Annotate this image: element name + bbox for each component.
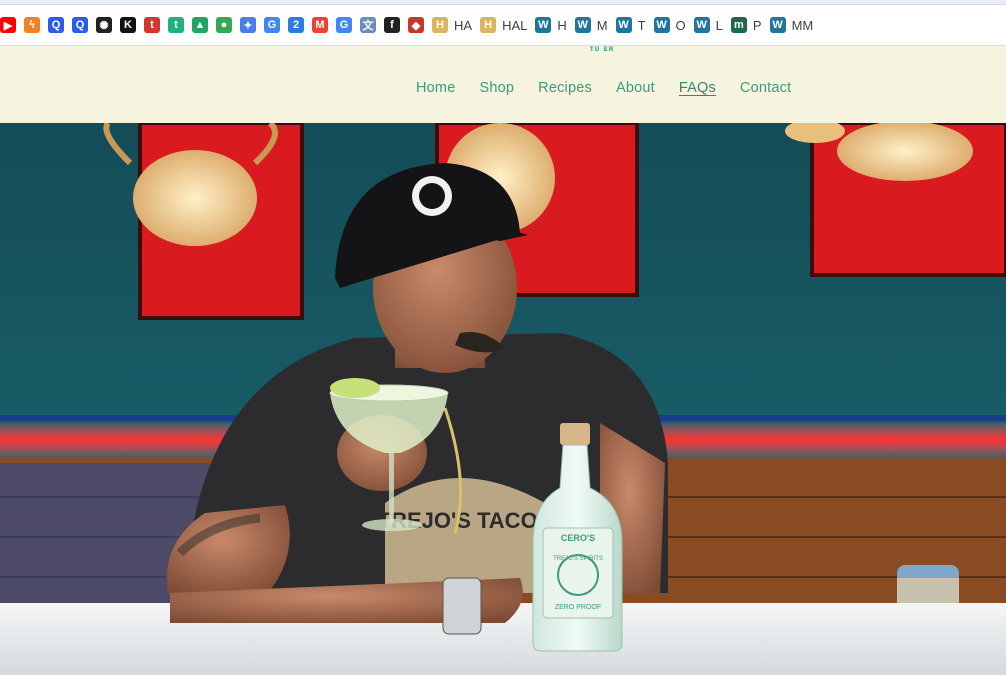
bookmark-label: M — [596, 17, 608, 33]
main-navigation: Home Shop Recipes About FAQs Contact — [416, 80, 815, 96]
nav-about[interactable]: About — [616, 80, 655, 96]
number-two-icon: 2 — [288, 17, 304, 33]
wordpress-icon: W — [615, 17, 632, 33]
site-logo-fragment[interactable]: ᴛᴜ ᴇʀ — [582, 46, 622, 54]
h-icon: H — [432, 17, 448, 33]
quora-icon: Q — [48, 17, 64, 33]
bookmark-22[interactable]: WM — [574, 12, 608, 38]
bookmark-18[interactable]: ◆ — [408, 12, 424, 38]
bookmark-1[interactable]: ▶ — [0, 12, 16, 38]
bookmark-20[interactable]: H HAL — [480, 12, 527, 38]
bookmark-7[interactable]: t — [144, 12, 160, 38]
bookmark-24[interactable]: WO — [653, 12, 686, 38]
bookmark-label: H — [557, 17, 567, 33]
bookmark-label: L — [715, 17, 723, 33]
wordpress-icon: W — [769, 17, 786, 33]
f-app-icon: f — [384, 17, 400, 33]
gemini-star-icon: ✦ — [240, 17, 256, 33]
hero-image: TREJO'S TACOS CERO'S TREJO'S SPIRITS ZER… — [0, 123, 1006, 675]
bookmark-26[interactable]: mP — [730, 12, 762, 38]
bookmark-23[interactable]: WT — [615, 12, 646, 38]
bookmark-10[interactable]: ● — [216, 12, 232, 38]
bookmark-label: HAL — [502, 17, 528, 33]
t-circle-icon: t — [168, 17, 184, 33]
bookmark-6[interactable]: K — [120, 12, 136, 38]
translate-icon: 文 — [360, 17, 376, 33]
nav-faqs[interactable]: FAQs — [679, 80, 716, 96]
tab-strip-edge — [0, 0, 1006, 5]
google-translate-icon: G — [336, 17, 352, 33]
bookmark-25[interactable]: WL — [693, 12, 723, 38]
gmail-icon: M — [312, 17, 328, 33]
bookmark-9[interactable]: ▲ — [192, 12, 208, 38]
bookmark-label: HA — [454, 17, 473, 33]
wristwatch — [442, 577, 482, 635]
bookmark-label: O — [675, 17, 686, 33]
bookmark-11[interactable]: ✦ — [240, 12, 256, 38]
wordpress-icon: W — [693, 17, 710, 33]
bottle-label-bottom: ZERO PROOF — [555, 604, 601, 611]
bookmark-label: MM — [791, 17, 814, 33]
bookmark-16[interactable]: 文 — [360, 12, 376, 38]
bookmark-17[interactable]: f — [384, 12, 400, 38]
flame-icon: ϟ — [24, 17, 40, 33]
quora-icon: Q — [72, 17, 88, 33]
bookmark-12[interactable]: G — [264, 12, 280, 38]
h-icon: H — [480, 17, 497, 33]
bookmark-15[interactable]: G — [336, 12, 352, 38]
wordpress-icon: W — [653, 17, 670, 33]
wordpress-icon: W — [574, 17, 591, 33]
youtube-icon: ▶ — [0, 17, 16, 33]
bookmark-13[interactable]: 2 — [288, 12, 304, 38]
bookmark-3[interactable]: Q — [48, 12, 64, 38]
bookmark-4[interactable]: Q — [72, 12, 88, 38]
bookmark-label: T — [637, 17, 646, 33]
bookmark-27[interactable]: W MM — [769, 12, 814, 38]
bottle-label-main: TREJO'S SPIRITS — [553, 556, 603, 562]
bookmark-5[interactable]: ✺ — [96, 12, 112, 38]
bookmark-2[interactable]: ϟ — [24, 12, 40, 38]
bookmark-19[interactable]: H HA — [432, 12, 472, 38]
maps-pin-icon: ● — [216, 17, 232, 33]
bookmark-21[interactable]: WH — [535, 12, 567, 38]
nav-contact[interactable]: Contact — [740, 80, 791, 96]
nav-shop[interactable]: Shop — [479, 80, 514, 96]
nav-recipes[interactable]: Recipes — [538, 80, 592, 96]
museum-icon: m — [730, 17, 747, 33]
bookmark-14[interactable]: M — [312, 12, 328, 38]
bookmark-label: P — [752, 17, 762, 33]
nav-home[interactable]: Home — [416, 80, 455, 96]
wordpress-icon: W — [535, 17, 552, 33]
google-sheets-icon: G — [264, 17, 280, 33]
google-drive-icon: ▲ — [192, 17, 208, 33]
k-app-icon: K — [120, 17, 136, 33]
openai-icon: ✺ — [96, 17, 112, 33]
bookmarks-bar: ▶ ϟ Q Q ✺ Kt t ▲ ● ✦ G 2 M G 文 f ◆ H HA H HAL W H W M W T W O W Lm P W MM — [0, 0, 1006, 46]
cube-app-icon: ◆ — [408, 17, 424, 33]
bottle-label-top: CERO'S — [561, 533, 595, 543]
t-app-icon: t — [144, 17, 160, 33]
bookmark-8[interactable]: t — [168, 12, 184, 38]
bookmarks-row: ▶ ϟ Q Q ✺ Kt t ▲ ● ✦ G 2 M G 文 f ◆ H HA H HAL W H W M W T W O W Lm P W MM — [0, 12, 821, 38]
